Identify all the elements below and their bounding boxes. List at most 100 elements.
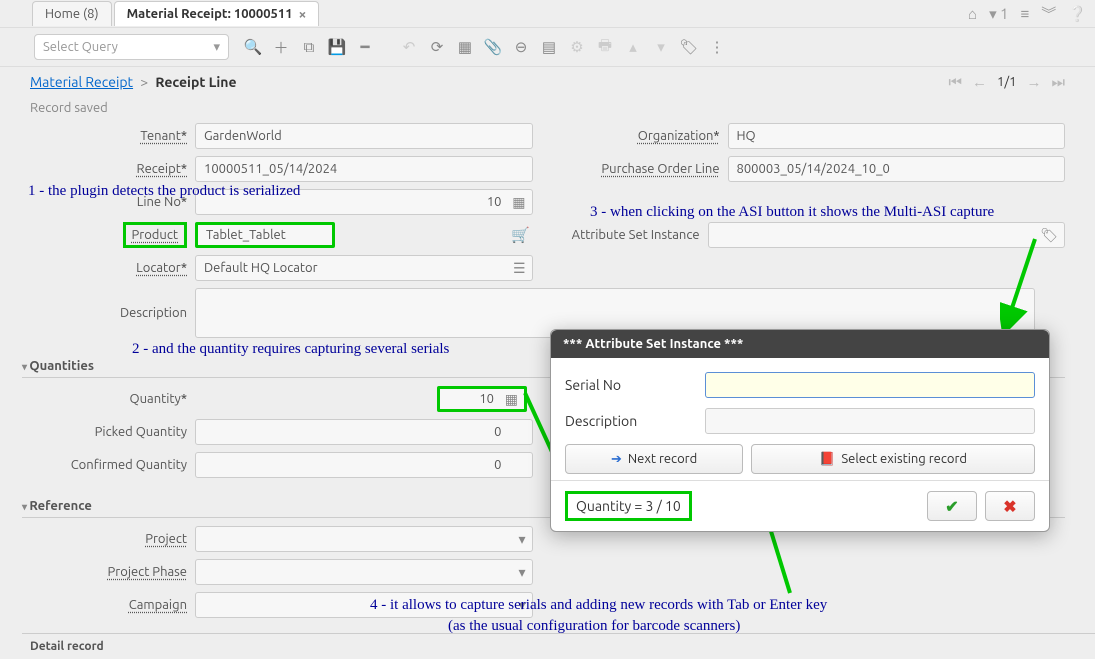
annotation-2: 2 - and the quantity requires capturing …	[132, 341, 449, 358]
breadcrumb: Material Receipt > Receipt Line	[30, 74, 237, 90]
print-icon[interactable]: 🖶	[593, 35, 617, 59]
list-icon[interactable]: ☰	[513, 260, 526, 277]
locator-input[interactable]: Default HQ Locator☰	[195, 255, 533, 281]
chevron-down-icon[interactable]: ▾	[518, 531, 525, 548]
chevron-down-icon[interactable]: ︾	[1041, 3, 1056, 24]
check-icon: ✔	[945, 497, 958, 516]
new-icon[interactable]: ＋	[269, 35, 293, 59]
help-icon[interactable]: ❔	[1068, 5, 1087, 23]
tag-icon[interactable]: 🏷	[1040, 227, 1058, 244]
down-caret-icon[interactable]: ▾	[649, 35, 673, 59]
grid-icon[interactable]: ▦	[453, 35, 477, 59]
refresh-icon[interactable]: ⟳	[425, 35, 449, 59]
dropdown-one-icon[interactable]: ▾ 1	[989, 5, 1008, 23]
last-record-icon[interactable]: ⏭	[1051, 73, 1065, 91]
asi-dialog: *** Attribute Set Instance *** Serial No…	[550, 329, 1050, 532]
serial-input[interactable]	[705, 372, 1035, 398]
pol-label: Purchase Order Line	[563, 162, 728, 176]
picked-label: Picked Quantity	[30, 425, 195, 439]
query-placeholder: Select Query	[43, 40, 118, 54]
breadcrumb-separator: >	[140, 74, 148, 90]
dialog-desc-label: Description	[565, 413, 695, 429]
tag-icon[interactable]: 🏷	[677, 35, 701, 59]
page-indicator: 1/1	[997, 75, 1016, 89]
asi-input[interactable]: 🏷	[708, 222, 1066, 248]
project-label: Project	[30, 532, 195, 546]
zoom-icon[interactable]: ⊖	[509, 35, 533, 59]
status-message: Record saved	[0, 97, 1095, 119]
picked-input[interactable]: 0	[195, 419, 533, 445]
serial-label: Serial No	[565, 377, 695, 393]
attachment-icon[interactable]: 📎	[481, 35, 505, 59]
quantity-label: Quantity*	[30, 392, 195, 406]
chevron-down-icon: ▾	[213, 40, 220, 55]
record-nav: ⏮ ← 1/1 → ⏭	[949, 73, 1065, 91]
x-icon: ✖	[1003, 497, 1016, 516]
select-existing-button[interactable]: 📕 Select existing record	[751, 444, 1035, 474]
first-record-icon[interactable]: ⏮	[949, 73, 963, 91]
menu-icon[interactable]: ≡	[1021, 5, 1030, 23]
product-input[interactable]: Tablet_Tablet	[195, 222, 335, 248]
quantity-counter: Quantity = 3 / 10	[565, 491, 692, 521]
gear-icon[interactable]: ⚙	[565, 35, 589, 59]
breadcrumb-row: Material Receipt > Receipt Line ⏮ ← 1/1 …	[0, 67, 1095, 97]
org-input[interactable]: HQ	[728, 123, 1066, 149]
receipt-input[interactable]: 10000511_05/14/2024	[195, 156, 533, 182]
save-icon[interactable]: 💾	[325, 35, 349, 59]
confirmed-input[interactable]: 0	[195, 452, 533, 478]
campaign-label: Campaign	[30, 598, 195, 612]
project-input[interactable]: ▾	[195, 526, 533, 552]
close-icon[interactable]: ×	[299, 6, 307, 22]
phase-label: Project Phase	[30, 565, 195, 579]
toolbar: Select Query ▾ 🔍 ＋ ⧉ 💾 ━ ↶ ⟳ ▦ 📎 ⊖ ▤ ⚙ 🖶…	[0, 28, 1095, 67]
dialog-title: *** Attribute Set Instance ***	[551, 330, 1049, 358]
quantity-input[interactable]: 10▦	[437, 386, 527, 412]
form-area: Tenant* GardenWorld Organization* HQ Rec…	[0, 119, 1095, 349]
next-record-icon[interactable]: →	[1026, 73, 1041, 91]
breadcrumb-current: Receipt Line	[155, 74, 236, 90]
window-tabs: Home (8) Material Receipt: 10000511 ×	[32, 1, 319, 26]
asi-label: Attribute Set Instance	[563, 228, 708, 242]
annotation-3: 3 - when clicking on the ASI button it s…	[590, 204, 994, 221]
tenant-input[interactable]: GardenWorld	[195, 123, 533, 149]
tab-home-label: Home (8)	[45, 7, 99, 21]
phase-input[interactable]: ▾	[195, 559, 533, 585]
receipt-label: Receipt*	[30, 162, 195, 176]
confirmed-label: Confirmed Quantity	[30, 458, 195, 472]
dialog-desc-input[interactable]	[705, 408, 1035, 434]
undo-icon[interactable]: ↶	[397, 35, 421, 59]
annotation-4a: 4 - it allows to capture serials and add…	[370, 597, 827, 614]
copy-icon[interactable]: ⧉	[297, 35, 321, 59]
top-right-icons: ⌂ ▾ 1 ≡ ︾ ❔	[968, 3, 1087, 24]
next-record-button[interactable]: ➔ Next record	[565, 444, 743, 474]
org-label: Organization*	[563, 129, 728, 143]
home-icon[interactable]: ⌂	[968, 5, 977, 23]
tab-receipt-label: Material Receipt: 10000511	[127, 7, 293, 21]
top-bar: Home (8) Material Receipt: 10000511 × ⌂ …	[0, 0, 1095, 28]
tab-receipt[interactable]: Material Receipt: 10000511 ×	[114, 1, 320, 26]
cancel-button[interactable]: ✖	[985, 491, 1035, 521]
product-label: Product	[30, 228, 195, 242]
prev-record-icon[interactable]: ←	[972, 73, 987, 91]
chevron-down-icon[interactable]: ▾	[518, 564, 525, 581]
pol-input[interactable]: 800003_05/14/2024_10_0	[728, 156, 1066, 182]
annotation-4b: (as the usual configuration for barcode …	[448, 618, 740, 635]
book-icon: 📕	[819, 452, 835, 467]
calculator-icon[interactable]: ▦	[512, 194, 525, 211]
ok-button[interactable]: ✔	[927, 491, 977, 521]
breadcrumb-root[interactable]: Material Receipt	[30, 74, 133, 90]
calculator-icon[interactable]: ▦	[505, 391, 518, 408]
delete-icon[interactable]: ━	[353, 35, 377, 59]
tenant-label: Tenant*	[30, 129, 195, 143]
locator-label: Locator*	[30, 261, 195, 275]
more-icon[interactable]: ⋮	[705, 35, 729, 59]
search-icon[interactable]: 🔍	[241, 35, 265, 59]
up-caret-icon[interactable]: ▴	[621, 35, 645, 59]
report-icon[interactable]: ▤	[537, 35, 561, 59]
detail-record-bar[interactable]: Detail record	[22, 633, 1095, 659]
cart-icon[interactable]: 🛒	[509, 223, 533, 247]
desc-label: Description	[30, 306, 195, 320]
query-select[interactable]: Select Query ▾	[34, 34, 229, 60]
arrow-right-icon: ➔	[611, 452, 622, 467]
tab-home[interactable]: Home (8)	[32, 1, 112, 26]
